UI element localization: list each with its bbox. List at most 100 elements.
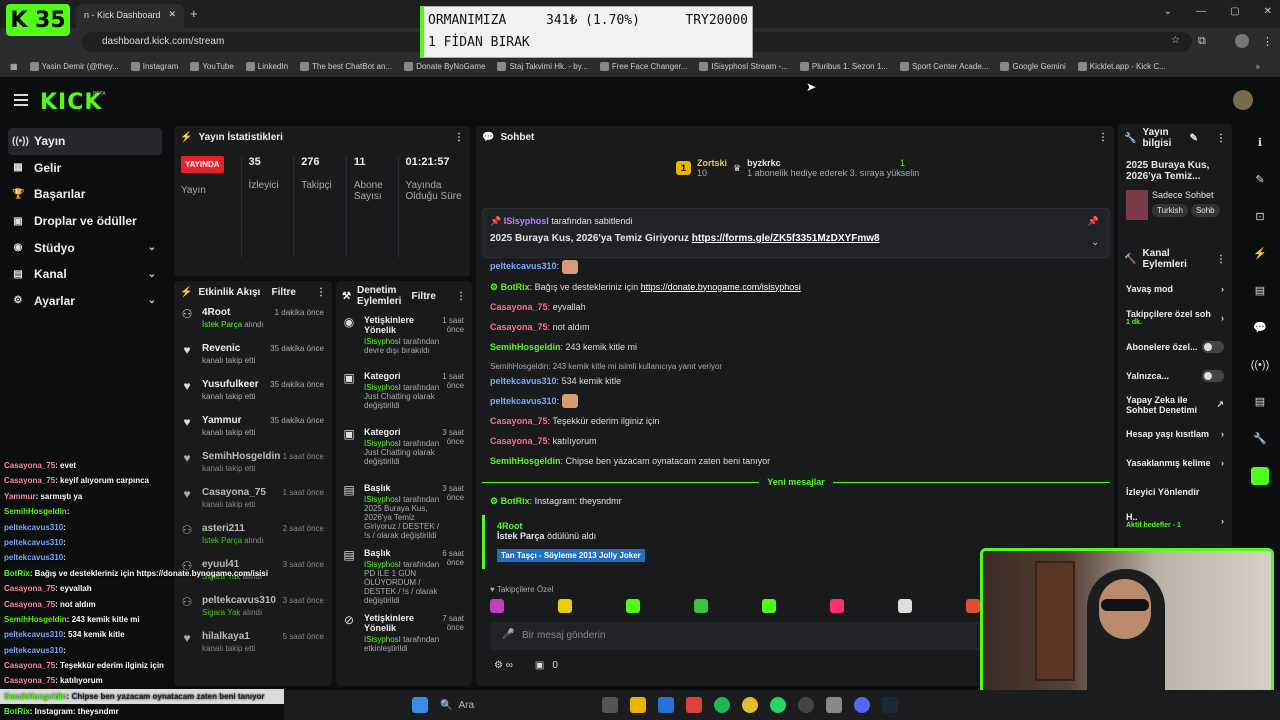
chat-username[interactable]: peltekcavus310 <box>490 376 557 386</box>
chat-username[interactable]: Casayona_75 <box>490 302 548 312</box>
broadcast-icon[interactable]: ((•)) <box>1240 346 1280 383</box>
chat-input[interactable]: 🎤 Bir mesaj gönderin <box>490 622 982 650</box>
emote[interactable] <box>966 599 980 613</box>
menu-icon[interactable]: ⋮ <box>1262 35 1273 48</box>
chat-username[interactable]: Casayona_75 <box>490 416 548 426</box>
nav-item-4[interactable]: ▣ Droplar ve ödüller <box>0 208 170 235</box>
channel-action-item[interactable]: Abonelere özel... <box>1118 332 1232 361</box>
settings-icon[interactable]: ⚙ ∞ <box>494 660 513 671</box>
kebab-icon[interactable]: ⋮ <box>1216 133 1226 144</box>
chat-username[interactable]: SemihHosgeldin <box>490 456 561 466</box>
emote[interactable] <box>694 599 708 613</box>
browser-tab[interactable]: n - Kick Dashboard ✕ <box>76 4 184 28</box>
whatsapp-icon[interactable] <box>770 697 786 713</box>
emote[interactable] <box>898 599 912 613</box>
tag-chip[interactable]: Sohb <box>1190 204 1220 217</box>
channel-action-item[interactable]: Takipçilere özel soh 1 dk. › <box>1118 303 1232 332</box>
chat-username[interactable]: peltekcavus310 <box>490 261 557 271</box>
channel-action-item[interactable]: Yapay Zeka ile Sohbet Denetimi ↗ <box>1118 390 1232 419</box>
app-icon[interactable] <box>1240 457 1280 494</box>
channel-action-item[interactable]: Yalnızca... <box>1118 361 1232 390</box>
taskbar-search[interactable]: 🔍 Ara <box>440 700 590 711</box>
nav-item-2[interactable]: ▦ Gelir <box>0 155 170 182</box>
bookmark-item[interactable]: Instagram <box>130 62 178 71</box>
emote[interactable] <box>490 599 504 613</box>
pencil-icon[interactable]: ✎ <box>1240 161 1280 198</box>
channel-action-item[interactable]: H.. Aktif hedefler - 1 › <box>1118 506 1232 535</box>
pin-icon[interactable]: 📌 <box>1088 216 1099 227</box>
tag-chip[interactable]: Turkish <box>1152 204 1188 217</box>
nav-item-3[interactable]: 🏆 Başarılar <box>0 181 170 208</box>
message-link[interactable]: https://donate.bynogame.com/isisyphosi <box>641 282 801 292</box>
emote[interactable] <box>830 599 844 613</box>
bookmark-item[interactable]: ISisyphosI Stream -... <box>699 62 788 71</box>
hamburger-icon[interactable] <box>14 94 28 106</box>
windows-start-icon[interactable] <box>412 697 428 713</box>
chat-username[interactable]: Casayona_75 <box>490 436 548 446</box>
pinned-link[interactable]: https://forms.gle/ZK5f3351MzDXYFmw8 <box>692 233 880 244</box>
mic-icon[interactable]: 🎤 <box>502 629 514 640</box>
obs-icon[interactable] <box>798 697 814 713</box>
store-icon[interactable]: ▣ <box>535 660 544 671</box>
wrench-icon[interactable]: 🔧 <box>1240 420 1280 457</box>
bookmark-item[interactable]: YouTube <box>190 62 234 71</box>
channel-action-item[interactable]: Hesap yaşı kısıtlam › <box>1118 419 1232 448</box>
toggle-switch[interactable] <box>1202 369 1224 382</box>
bookmark-item[interactable]: Yasin Demir (@they... <box>29 62 119 71</box>
nav-item-7[interactable]: ⚙ Ayarlar ⌄ <box>0 288 170 315</box>
bookmark-item[interactable]: Sport Center Acade... <box>899 62 988 71</box>
nav-item-5[interactable]: ◉ Stüdyo ⌄ <box>0 234 170 261</box>
nav-item-1[interactable]: ((•)) Yayın <box>8 128 162 155</box>
info-icon[interactable]: ℹ <box>1240 124 1280 161</box>
channel-action-item[interactable]: İzleyici Yönlendir <box>1118 477 1232 506</box>
kebab-icon[interactable]: ⋮ <box>454 132 464 143</box>
emote[interactable] <box>762 599 776 613</box>
activity-filter-button[interactable]: Filtre <box>272 287 296 298</box>
spotify-icon[interactable] <box>714 697 730 713</box>
extensions-icon[interactable]: ⧉ <box>1198 35 1206 48</box>
store-icon[interactable] <box>658 697 674 713</box>
chevron-right-icon[interactable]: » <box>1256 62 1260 71</box>
chevron-down-icon[interactable]: ⌄ <box>1091 237 1099 248</box>
profile-avatar[interactable] <box>1235 34 1249 48</box>
close-tab-icon[interactable]: ✕ <box>168 9 176 20</box>
kebab-icon[interactable]: ⋮ <box>456 291 466 302</box>
channel-action-item[interactable]: Yasaklanmış kelime › <box>1118 448 1232 477</box>
star-icon[interactable]: ☆ <box>1171 35 1180 46</box>
kebab-icon[interactable]: ⋮ <box>316 287 326 298</box>
task-view-icon[interactable] <box>602 697 618 713</box>
bookmark-item[interactable]: Donate ByNoGame <box>404 62 485 71</box>
nav-item-6[interactable]: ▤ Kanal ⌄ <box>0 261 170 288</box>
discord-icon[interactable] <box>854 697 870 713</box>
explorer-icon[interactable] <box>630 697 646 713</box>
chat-icon[interactable]: 💬 <box>1240 309 1280 346</box>
toggle-switch[interactable] <box>1202 340 1224 353</box>
kebab-icon[interactable]: ⋮ <box>1216 254 1226 265</box>
chrome-icon[interactable] <box>742 697 758 713</box>
bookmark-item[interactable]: Free Face Changer... <box>599 62 687 71</box>
minimize-icon[interactable]: — <box>1196 6 1206 17</box>
bookmark-item[interactable]: Pluribus 1. Sezon 1... <box>799 62 888 71</box>
list-icon[interactable]: ▤ <box>1240 383 1280 420</box>
kebab-icon[interactable]: ⋮ <box>1098 132 1108 143</box>
bookmark-item[interactable]: Kicklet.app - Kick C... <box>1077 62 1166 71</box>
chat-username[interactable]: BotRix <box>501 282 530 292</box>
chat-username[interactable]: Casayona_75 <box>490 322 548 332</box>
new-messages-divider[interactable]: Yeni mesajlar <box>482 476 1110 488</box>
bookmark-item[interactable]: The best ChatBot an... <box>300 62 392 71</box>
close-window-icon[interactable]: ✕ <box>1264 6 1272 17</box>
file-icon[interactable]: ▤ <box>1240 272 1280 309</box>
channel-action-item[interactable]: Yavaş mod › <box>1118 274 1232 303</box>
user-avatar[interactable] <box>1233 90 1253 110</box>
bookmark-item[interactable]: Staj Takvimi Hk. - by... <box>497 62 588 71</box>
bookmark-item[interactable]: Google Gemini <box>1000 62 1066 71</box>
pinned-message[interactable]: 📌 ISisyphosI tarafından sabitlendi 2025 … <box>482 208 1110 258</box>
emote[interactable] <box>558 599 572 613</box>
bolt-icon[interactable]: ⚡ <box>1240 235 1280 272</box>
new-tab-icon[interactable]: + <box>190 6 198 21</box>
emote[interactable] <box>626 599 640 613</box>
chat-username[interactable]: SemihHosgeldin <box>490 342 561 352</box>
app-icon[interactable] <box>826 697 842 713</box>
bookmark-item[interactable]: LinkedIn <box>245 62 288 71</box>
apps-icon[interactable]: ▦ <box>10 62 18 71</box>
